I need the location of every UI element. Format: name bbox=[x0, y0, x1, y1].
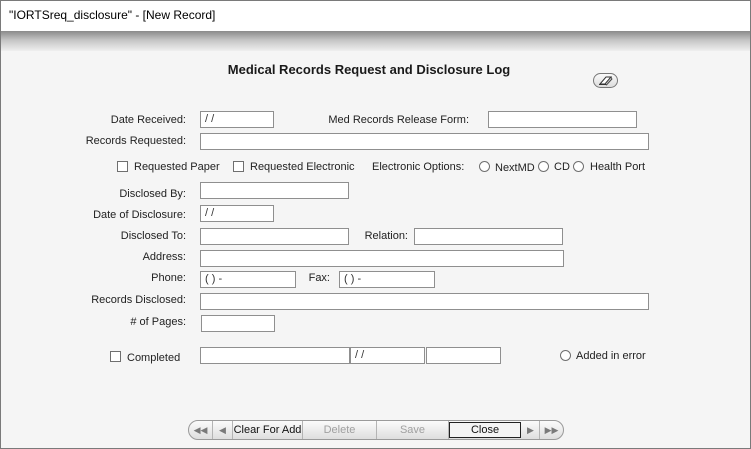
phone-field[interactable]: ( ) - bbox=[200, 271, 296, 288]
num-pages-field[interactable] bbox=[201, 315, 275, 332]
address-label: Address: bbox=[142, 251, 186, 263]
first-record-icon: ◀◀ bbox=[193, 425, 208, 435]
release-form-label: Med Records Release Form: bbox=[328, 114, 469, 126]
first-record-button[interactable]: ◀◀ bbox=[189, 421, 213, 439]
relation-label: Relation: bbox=[364, 230, 408, 242]
window-title: "IORTSreq_disclosure" - [New Record] bbox=[1, 1, 750, 31]
next-record-icon: ▶ bbox=[527, 425, 534, 435]
release-form-field[interactable] bbox=[488, 111, 637, 128]
records-disclosed-field[interactable] bbox=[200, 293, 649, 310]
health-port-label: Health Port bbox=[590, 161, 646, 173]
completed-label: Completed bbox=[127, 352, 181, 364]
record-navigation-bar: ◀◀ ◀ Clear For Add Delete Save Close ▶ ▶… bbox=[188, 420, 564, 440]
cd-radio[interactable] bbox=[538, 161, 549, 172]
next-record-button[interactable]: ▶ bbox=[522, 421, 540, 439]
save-button[interactable]: Save bbox=[377, 421, 449, 439]
num-pages-label: # of Pages: bbox=[130, 316, 186, 328]
relation-field[interactable] bbox=[414, 228, 563, 245]
clear-for-add-button[interactable]: Clear For Add bbox=[233, 421, 303, 439]
disclosed-by-field[interactable] bbox=[200, 182, 349, 199]
completed-checkbox[interactable] bbox=[110, 351, 121, 362]
requested-paper-checkbox[interactable] bbox=[117, 161, 128, 172]
completed-extra-field[interactable] bbox=[426, 347, 501, 364]
completed-by-field[interactable] bbox=[200, 347, 350, 364]
fax-label: Fax: bbox=[308, 272, 330, 284]
added-in-error-label: Added in error bbox=[576, 350, 646, 362]
fax-field[interactable]: ( ) - bbox=[339, 271, 435, 288]
disclosed-by-label: Disclosed By: bbox=[119, 188, 186, 200]
completed-date-field[interactable]: / / bbox=[350, 347, 425, 364]
header-band bbox=[1, 31, 750, 51]
last-record-button[interactable]: ▶▶ bbox=[540, 421, 563, 439]
cd-label: CD bbox=[554, 161, 570, 173]
eraser-button[interactable] bbox=[593, 73, 618, 88]
phone-label: Phone: bbox=[151, 272, 186, 284]
electronic-options-label: Electronic Options: bbox=[372, 161, 465, 173]
date-received-field[interactable]: / / bbox=[200, 111, 274, 128]
nextmd-radio[interactable] bbox=[479, 161, 490, 172]
app-window: "IORTSreq_disclosure" - [New Record] Med… bbox=[0, 0, 751, 449]
eraser-icon bbox=[598, 76, 613, 86]
records-disclosed-label: Records Disclosed: bbox=[91, 294, 186, 306]
added-in-error-radio[interactable] bbox=[560, 350, 571, 361]
date-of-disclosure-label: Date of Disclosure: bbox=[93, 209, 186, 221]
nextmd-label: NextMD bbox=[495, 162, 535, 174]
delete-button[interactable]: Delete bbox=[303, 421, 377, 439]
previous-record-button[interactable]: ◀ bbox=[213, 421, 233, 439]
disclosed-to-field[interactable] bbox=[200, 228, 349, 245]
health-port-radio[interactable] bbox=[573, 161, 584, 172]
date-received-label: Date Received: bbox=[110, 114, 186, 126]
disclosed-to-label: Disclosed To: bbox=[120, 230, 186, 242]
form-heading: Medical Records Request and Disclosure L… bbox=[227, 62, 511, 77]
requested-paper-label: Requested Paper bbox=[134, 161, 220, 173]
address-field[interactable] bbox=[200, 250, 564, 267]
records-requested-label: Records Requested: bbox=[85, 135, 186, 147]
close-button[interactable]: Close bbox=[449, 422, 521, 438]
records-requested-field[interactable] bbox=[200, 133, 649, 150]
requested-electronic-label: Requested Electronic bbox=[250, 161, 355, 173]
last-record-icon: ▶▶ bbox=[544, 425, 559, 435]
previous-record-icon: ◀ bbox=[219, 425, 226, 435]
requested-electronic-checkbox[interactable] bbox=[233, 161, 244, 172]
date-of-disclosure-field[interactable]: / / bbox=[200, 205, 274, 222]
